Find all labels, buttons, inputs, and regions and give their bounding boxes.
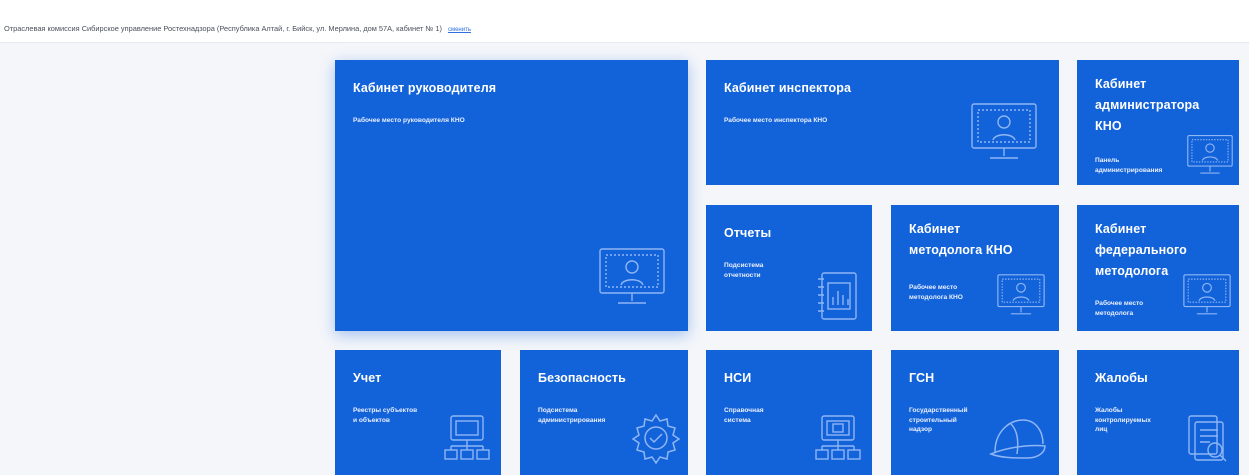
- tile-federal-methodologist-cabinet[interactable]: Кабинет федерального методолога Рабочее …: [1077, 205, 1239, 331]
- tile-admin-cabinet[interactable]: Кабинет администратора КНО Панель админи…: [1077, 60, 1239, 185]
- top-bar: Отраслевая комиссия Сибирское управление…: [0, 0, 1249, 43]
- tile-subtitle: Жалобы контролируемых лиц: [1095, 407, 1151, 433]
- tile-nsi[interactable]: НСИ Справочная система: [706, 350, 872, 475]
- tile-title: Безопасность: [538, 371, 626, 385]
- tile-title: Учет: [353, 371, 382, 385]
- monitor-person-icon: [995, 271, 1047, 319]
- tile-reports[interactable]: Отчеты Подсистема отчетности: [706, 205, 872, 331]
- tile-title: Кабинет инспектора: [724, 81, 851, 95]
- tile-security[interactable]: Безопасность Подсистема администрировани…: [520, 350, 688, 475]
- hard-hat-icon: [987, 414, 1049, 464]
- tile-subtitle: Рабочее место методолога КНО: [909, 284, 963, 301]
- change-commission-link[interactable]: сменить: [448, 27, 471, 33]
- report-chart-icon: [816, 269, 860, 323]
- tile-title: Кабинет федерального методолога: [1095, 222, 1187, 278]
- tile-title: Кабинет методолога КНО: [909, 222, 1013, 257]
- tile-complaints[interactable]: Жалобы Жалобы контролируемых лиц: [1077, 350, 1239, 475]
- tile-gsn[interactable]: ГСН Государственный строительный надзор: [891, 350, 1059, 475]
- registry-icon: [443, 412, 491, 466]
- tile-title: Кабинет администратора КНО: [1095, 77, 1200, 133]
- tile-methodologist-cabinet[interactable]: Кабинет методолога КНО Рабочее место мет…: [891, 205, 1059, 331]
- tile-subtitle: Подсистема администрирования: [538, 407, 606, 424]
- monitor-person-icon: [596, 245, 668, 309]
- registry-icon: [814, 412, 862, 466]
- tile-inspector-cabinet[interactable]: Кабинет инспектора Рабочее место инспект…: [706, 60, 1059, 185]
- tile-subtitle: Реестры субъектов и объектов: [353, 407, 418, 424]
- tile-subtitle: Рабочее место методолога: [1095, 300, 1144, 317]
- commission-text: Отраслевая комиссия Сибирское управление…: [4, 24, 442, 33]
- tile-subtitle: Рабочее место инспектора КНО: [724, 117, 828, 124]
- tile-subtitle: Справочная система: [724, 407, 764, 424]
- monitor-person-icon: [1181, 271, 1233, 319]
- tile-title: Жалобы: [1095, 371, 1148, 385]
- tile-accounting[interactable]: Учет Реестры субъектов и объектов: [335, 350, 501, 475]
- monitor-person-icon: [1185, 132, 1235, 178]
- tile-title: Кабинет руководителя: [353, 81, 497, 95]
- tile-title: НСИ: [724, 371, 752, 385]
- tile-title: Отчеты: [724, 226, 772, 240]
- commission-label: Отраслевая комиссия Сибирское управление…: [4, 24, 471, 33]
- document-search-icon: [1185, 412, 1231, 466]
- tile-subtitle: Рабочее место руководителя КНО: [353, 117, 465, 124]
- tile-subtitle: Подсистема отчетности: [724, 262, 764, 279]
- tile-subtitle: Панель администрирования: [1095, 157, 1163, 174]
- monitor-person-icon: [968, 100, 1040, 164]
- gear-check-icon: [630, 412, 682, 464]
- tile-head-cabinet[interactable]: Кабинет руководителя Рабочее место руков…: [335, 60, 688, 331]
- tile-subtitle: Государственный строительный надзор: [909, 407, 968, 433]
- tile-title: ГСН: [909, 371, 935, 385]
